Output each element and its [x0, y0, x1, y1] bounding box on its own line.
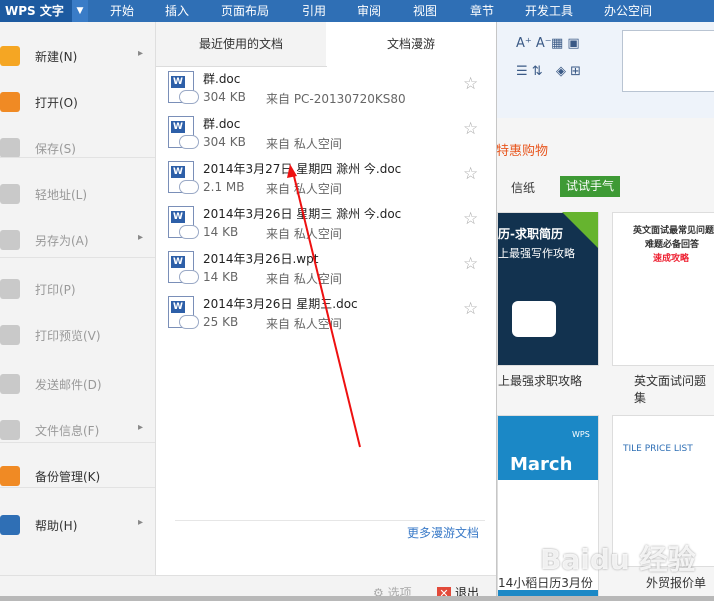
horizontal-scrollbar[interactable]	[0, 596, 714, 601]
annotation-arrow	[287, 164, 361, 448]
